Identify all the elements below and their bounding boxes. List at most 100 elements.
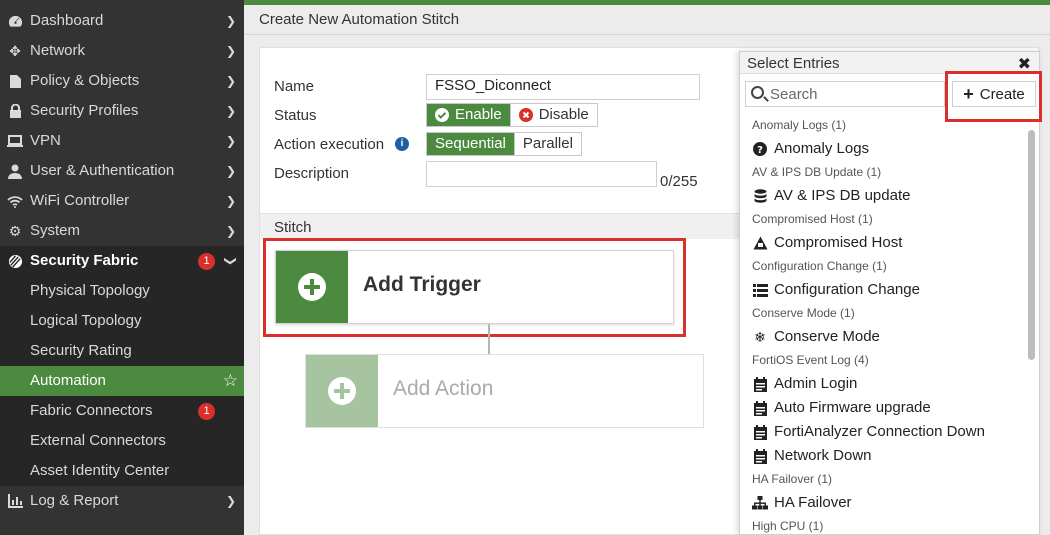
sidebar-item-dashboard[interactable]: Dashboard ❯ bbox=[0, 6, 244, 36]
status-enable-label: Enable bbox=[455, 106, 502, 123]
add-action-button[interactable]: Add Action bbox=[305, 354, 704, 428]
sidebar-item-policy-objects[interactable]: Policy & Objects ❯ bbox=[0, 66, 244, 96]
sidebar-item-vpn[interactable]: VPN ❯ bbox=[0, 126, 244, 156]
sidebar-item-label: Security Rating bbox=[30, 342, 132, 359]
entry-auto-firmware-upgrade[interactable]: Auto Firmware upgrade bbox=[740, 396, 1025, 420]
sidebar-item-label: System bbox=[30, 222, 81, 239]
select-entries-title: Select Entries bbox=[747, 55, 840, 72]
create-button[interactable]: + Create bbox=[952, 81, 1036, 107]
search-input[interactable]: Search bbox=[745, 81, 945, 107]
sidebar-item-user-authentication[interactable]: User & Authentication ❯ bbox=[0, 156, 244, 186]
entries-scrollbar[interactable] bbox=[1028, 130, 1035, 360]
sidebar-item-security-rating[interactable]: Security Rating bbox=[0, 336, 244, 366]
sidebar-item-label: User & Authentication bbox=[30, 162, 175, 179]
sidebar-item-label: Fabric Connectors bbox=[30, 402, 153, 419]
select-entries-panel: Select Entries ✖ Search + Create Anomaly… bbox=[739, 51, 1040, 535]
list-icon bbox=[752, 278, 768, 302]
gear-icon: ⚙ bbox=[8, 223, 22, 239]
entry-fortianalyzer-connection-down[interactable]: FortiAnalyzer Connection Down bbox=[740, 420, 1025, 444]
sidebar-item-network[interactable]: ✥ Network ❯ bbox=[0, 36, 244, 66]
plus-circle-icon bbox=[298, 273, 326, 301]
entry-ha-failover[interactable]: HA Failover bbox=[740, 491, 1025, 515]
description-label: Description bbox=[274, 165, 350, 182]
chevron-right-icon: ❯ bbox=[225, 134, 236, 148]
sidebar-item-physical-topology[interactable]: Physical Topology bbox=[0, 276, 244, 306]
sidebar-item-asset-identity-center[interactable]: Asset Identity Center bbox=[0, 456, 244, 486]
entry-network-down[interactable]: Network Down bbox=[740, 444, 1025, 468]
stitch-section-title: Stitch bbox=[274, 219, 312, 236]
sidebar-item-label: VPN bbox=[30, 132, 61, 149]
entry-label: HA Failover bbox=[774, 494, 852, 511]
snowflake-icon: ❄ bbox=[754, 329, 766, 345]
group-title: High CPU (1) bbox=[752, 519, 824, 533]
notification-badge: 1 bbox=[198, 403, 215, 420]
exec-parallel-option[interactable]: Parallel bbox=[513, 133, 581, 155]
entry-admin-login[interactable]: Admin Login bbox=[740, 372, 1025, 396]
sidebar-item-security-fabric[interactable]: Security Fabric 1 ❯ bbox=[0, 246, 244, 276]
exec-parallel-label: Parallel bbox=[522, 135, 573, 152]
entry-anomaly-logs[interactable]: ? Anomaly Logs bbox=[740, 137, 1025, 161]
description-textarea[interactable] bbox=[426, 161, 657, 187]
create-button-label: Create bbox=[979, 85, 1025, 103]
group-title: Conserve Mode (1) bbox=[752, 306, 855, 320]
status-enable-option[interactable]: Enable bbox=[427, 104, 510, 126]
group-title: Anomaly Logs (1) bbox=[752, 118, 847, 132]
sidebar-item-fabric-connectors[interactable]: Fabric Connectors 1 bbox=[0, 396, 244, 426]
sidebar-item-wifi-controller[interactable]: WiFi Controller ❯ bbox=[0, 186, 244, 216]
question-circle-icon: ? bbox=[752, 137, 768, 161]
entry-configuration-change[interactable]: Configuration Change bbox=[740, 278, 1025, 302]
notification-badge: 1 bbox=[198, 253, 215, 270]
entry-compromised-host[interactable]: Compromised Host bbox=[740, 231, 1025, 255]
wifi-icon bbox=[6, 186, 24, 216]
name-label: Name bbox=[274, 78, 315, 95]
name-input[interactable]: FSSO_Diconnect bbox=[426, 74, 700, 100]
info-icon[interactable]: i bbox=[395, 137, 409, 151]
sidebar-item-log-report[interactable]: Log & Report ❯ bbox=[0, 486, 244, 516]
entry-label: Anomaly Logs bbox=[774, 140, 870, 157]
status-disable-option[interactable]: Disable bbox=[509, 104, 597, 126]
entry-label: Auto Firmware upgrade bbox=[774, 399, 931, 416]
action-execution-label: Action execution bbox=[274, 136, 385, 153]
sidebar-item-external-connectors[interactable]: External Connectors bbox=[0, 426, 244, 456]
sidebar-item-logical-topology[interactable]: Logical Topology bbox=[0, 306, 244, 336]
close-icon[interactable]: ✖ bbox=[1018, 54, 1031, 74]
sidebar-item-security-profiles[interactable]: Security Profiles ❯ bbox=[0, 96, 244, 126]
entry-label: FortiAnalyzer Connection Down bbox=[774, 423, 985, 440]
event-log-icon bbox=[752, 420, 768, 444]
chevron-right-icon: ❯ bbox=[225, 194, 236, 208]
user-icon bbox=[6, 156, 24, 186]
status-disable-label: Disable bbox=[538, 106, 589, 123]
add-trigger-button[interactable]: Add Trigger bbox=[275, 250, 674, 324]
name-input-value: FSSO_Diconnect bbox=[435, 77, 551, 94]
plus-circle-icon bbox=[328, 377, 356, 405]
fabric-icon bbox=[6, 246, 24, 276]
sidebar-item-automation[interactable]: Automation ☆ bbox=[0, 366, 244, 396]
sidebar: Dashboard ❯ ✥ Network ❯ Policy & Objects… bbox=[0, 0, 244, 535]
entry-av-ips-db-update[interactable]: AV & IPS DB update bbox=[740, 184, 1025, 208]
entry-conserve-mode[interactable]: ❄ Conserve Mode bbox=[740, 325, 1025, 349]
sidebar-item-label: Automation bbox=[30, 372, 106, 389]
favorite-star-icon[interactable]: ☆ bbox=[223, 366, 238, 396]
status-toggle: Enable Disable bbox=[426, 103, 598, 127]
check-circle-icon bbox=[435, 108, 449, 122]
vpn-icon bbox=[6, 126, 24, 156]
sidebar-item-label: Security Profiles bbox=[30, 102, 139, 119]
sidebar-item-label: Network bbox=[30, 42, 86, 59]
exec-sequential-option[interactable]: Sequential bbox=[427, 133, 514, 155]
event-log-icon bbox=[752, 396, 768, 420]
svg-text:?: ? bbox=[757, 145, 763, 156]
sidebar-item-label: Logical Topology bbox=[30, 312, 142, 329]
group-title: HA Failover (1) bbox=[752, 472, 833, 486]
sidebar-item-label: Physical Topology bbox=[30, 282, 150, 299]
sidebar-item-system[interactable]: ⚙ System ❯ bbox=[0, 216, 244, 246]
sidebar-item-label: WiFi Controller bbox=[30, 192, 130, 209]
chevron-right-icon: ❯ bbox=[225, 14, 236, 28]
sidebar-item-label: External Connectors bbox=[30, 432, 166, 449]
sidebar-item-label: Asset Identity Center bbox=[30, 462, 170, 479]
dashboard-icon bbox=[6, 6, 24, 36]
chevron-right-icon: ❯ bbox=[225, 44, 236, 58]
log-report-icon bbox=[6, 486, 24, 516]
stitch-connector-line bbox=[488, 324, 490, 354]
chevron-right-icon: ❯ bbox=[225, 74, 236, 88]
status-label: Status bbox=[274, 107, 317, 124]
